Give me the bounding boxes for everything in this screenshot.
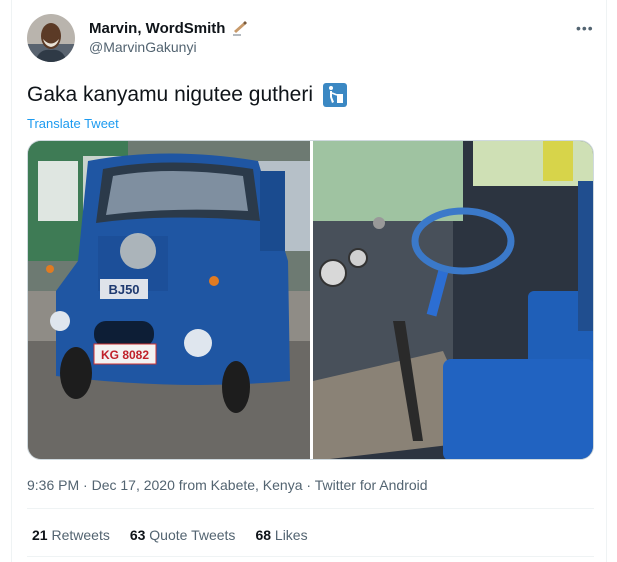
meta-separator: · bbox=[83, 477, 88, 493]
tweet-stats: 21 Retweets 63 Quote Tweets 68 Likes bbox=[32, 527, 308, 543]
retweets-stat[interactable]: 21 Retweets bbox=[32, 527, 110, 543]
license-plate-text: KG 8082 bbox=[101, 348, 149, 362]
likes-count: 68 bbox=[255, 527, 272, 543]
litter-bin-sign-icon bbox=[323, 83, 348, 107]
likes-stat[interactable]: 68 Likes bbox=[255, 527, 307, 543]
tweet-time[interactable]: 9:36 PM bbox=[27, 477, 79, 493]
retweets-count: 21 bbox=[32, 527, 48, 543]
translate-tweet-link[interactable]: Translate Tweet bbox=[27, 116, 119, 131]
divider bbox=[27, 556, 594, 557]
author-name[interactable]: Marvin, WordSmith bbox=[89, 19, 249, 37]
car-interior-steering-wheel-photo[interactable] bbox=[313, 141, 594, 460]
author-name-text: Marvin, WordSmith bbox=[89, 19, 226, 37]
tweet-media[interactable]: BJ50 KG 8082 bbox=[27, 140, 594, 460]
retweets-label: Retweets bbox=[51, 527, 110, 543]
author-handle[interactable]: @MarvinGakunyi bbox=[89, 39, 197, 55]
tweet-text-content: Gaka kanyamu nigutee gutheri bbox=[27, 83, 314, 106]
quote-tweets-stat[interactable]: 63 Quote Tweets bbox=[130, 527, 236, 543]
timeline-border-left bbox=[11, 0, 12, 562]
tweet-metadata: 9:36 PM · Dec 17, 2020 from Kabete, Keny… bbox=[27, 477, 428, 493]
timeline-border-right bbox=[606, 0, 607, 562]
writing-hand-icon bbox=[233, 21, 248, 36]
tweet-source[interactable]: Twitter for Android bbox=[315, 477, 428, 493]
tweet-text: Gaka kanyamu nigutee gutheri bbox=[27, 83, 348, 107]
meta-separator-2: · bbox=[306, 477, 312, 493]
blue-car-front-photo[interactable]: BJ50 KG 8082 bbox=[28, 141, 310, 460]
tweet-date-location[interactable]: Dec 17, 2020 from Kabete, Kenya bbox=[92, 477, 303, 493]
car-badge-text: BJ50 bbox=[108, 282, 139, 297]
likes-label: Likes bbox=[274, 527, 308, 543]
avatar-photo bbox=[27, 14, 75, 62]
divider bbox=[27, 508, 594, 509]
avatar[interactable] bbox=[27, 14, 75, 62]
quote-tweets-count: 63 bbox=[129, 527, 146, 543]
more-options-icon[interactable]: ••• bbox=[576, 20, 594, 36]
quote-tweets-label: Quote Tweets bbox=[149, 527, 236, 543]
